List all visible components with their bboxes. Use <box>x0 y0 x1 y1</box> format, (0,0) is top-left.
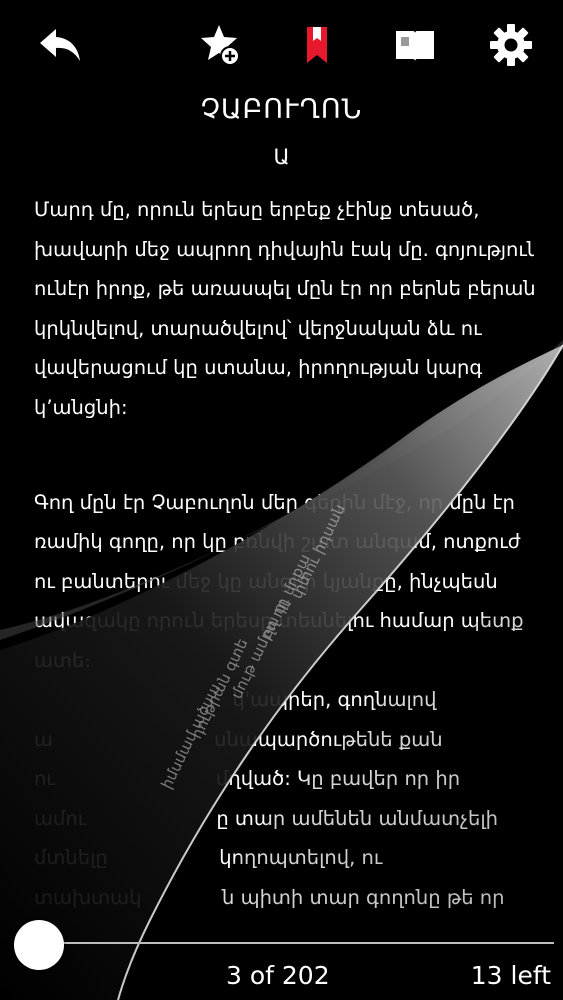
text-line: ու բանտերու մեջ կը անցնի կյանքը, ինչպեսն <box>34 569 498 593</box>
book-icon <box>396 31 434 61</box>
progress-track[interactable] <box>34 942 554 944</box>
page-body: Մարդ մը, որուն երեսը երբեք չէինք տեսած, … <box>34 190 534 933</box>
text-line: խավարի մեջ ապրող դիվային էակ մը. գոյությ… <box>34 237 534 261</box>
text-line: ունէր իրոք, թե առասպել մըն էր որ բերնե բ… <box>34 277 534 300</box>
text-line: ու մղված: Կը բավեր որ իր <box>34 767 461 790</box>
gear-icon <box>490 24 532 66</box>
contents-button[interactable] <box>390 20 440 70</box>
text-line: կ'ապրեր, գողնալով <box>34 688 437 711</box>
back-button[interactable] <box>35 20 85 70</box>
settings-button[interactable] <box>486 20 536 70</box>
text-line: Մարդ մը, որուն երեսը երբեք չէինք տեսած, <box>34 198 480 221</box>
back-arrow-icon <box>40 29 80 61</box>
paragraph: Գող մըն էր Չաբուղոն մեր գեղին մէջ, որ մը… <box>34 443 534 917</box>
text-line: ատե։ <box>34 648 91 672</box>
text-line: ռամիկ գողը, որ կը բռնվի շատ անգամ, ոտքու… <box>34 530 521 553</box>
bookmark-button[interactable] <box>292 20 342 70</box>
text-line: վավերացում կը ստանա, իրողության կարգ <box>34 356 483 379</box>
text-line: մտնելը կողոպտելով, ու <box>34 846 383 869</box>
text-line: ա սնապարծութենե քան <box>34 727 443 751</box>
toolbar <box>0 0 563 92</box>
progress-slider-knob[interactable] <box>14 920 65 970</box>
add-bookmark-button[interactable] <box>196 20 246 70</box>
page-indicator: 3 of 202 <box>226 961 330 990</box>
text-line: ավազակը որուն երեսը տեսնելու համար պետք <box>34 609 524 632</box>
bookmark-icon <box>307 27 327 63</box>
text-line: կ՚անցնի: <box>34 395 128 419</box>
chapter-heading: Ա <box>273 145 290 169</box>
reading-progress: 3 of 202 13 left <box>0 905 563 1000</box>
star-add-icon <box>201 25 240 66</box>
pages-left: 13 left <box>470 961 551 990</box>
book-title: ՉԱԲՈՒՂՈՆ <box>200 94 363 125</box>
text-line: Գող մըն էր Չաբուղոն մեր գեղին մէջ, որ մը… <box>34 490 515 514</box>
paragraph: Մարդ մը, որուն երեսը երբեք չէինք տեսած, … <box>34 190 534 427</box>
text-line: կրկնվելով, տարածվելով՝ վերջնական ձև ու <box>34 316 482 340</box>
text-line: ամու ը տար ամենեն անմատչելի <box>34 806 499 830</box>
